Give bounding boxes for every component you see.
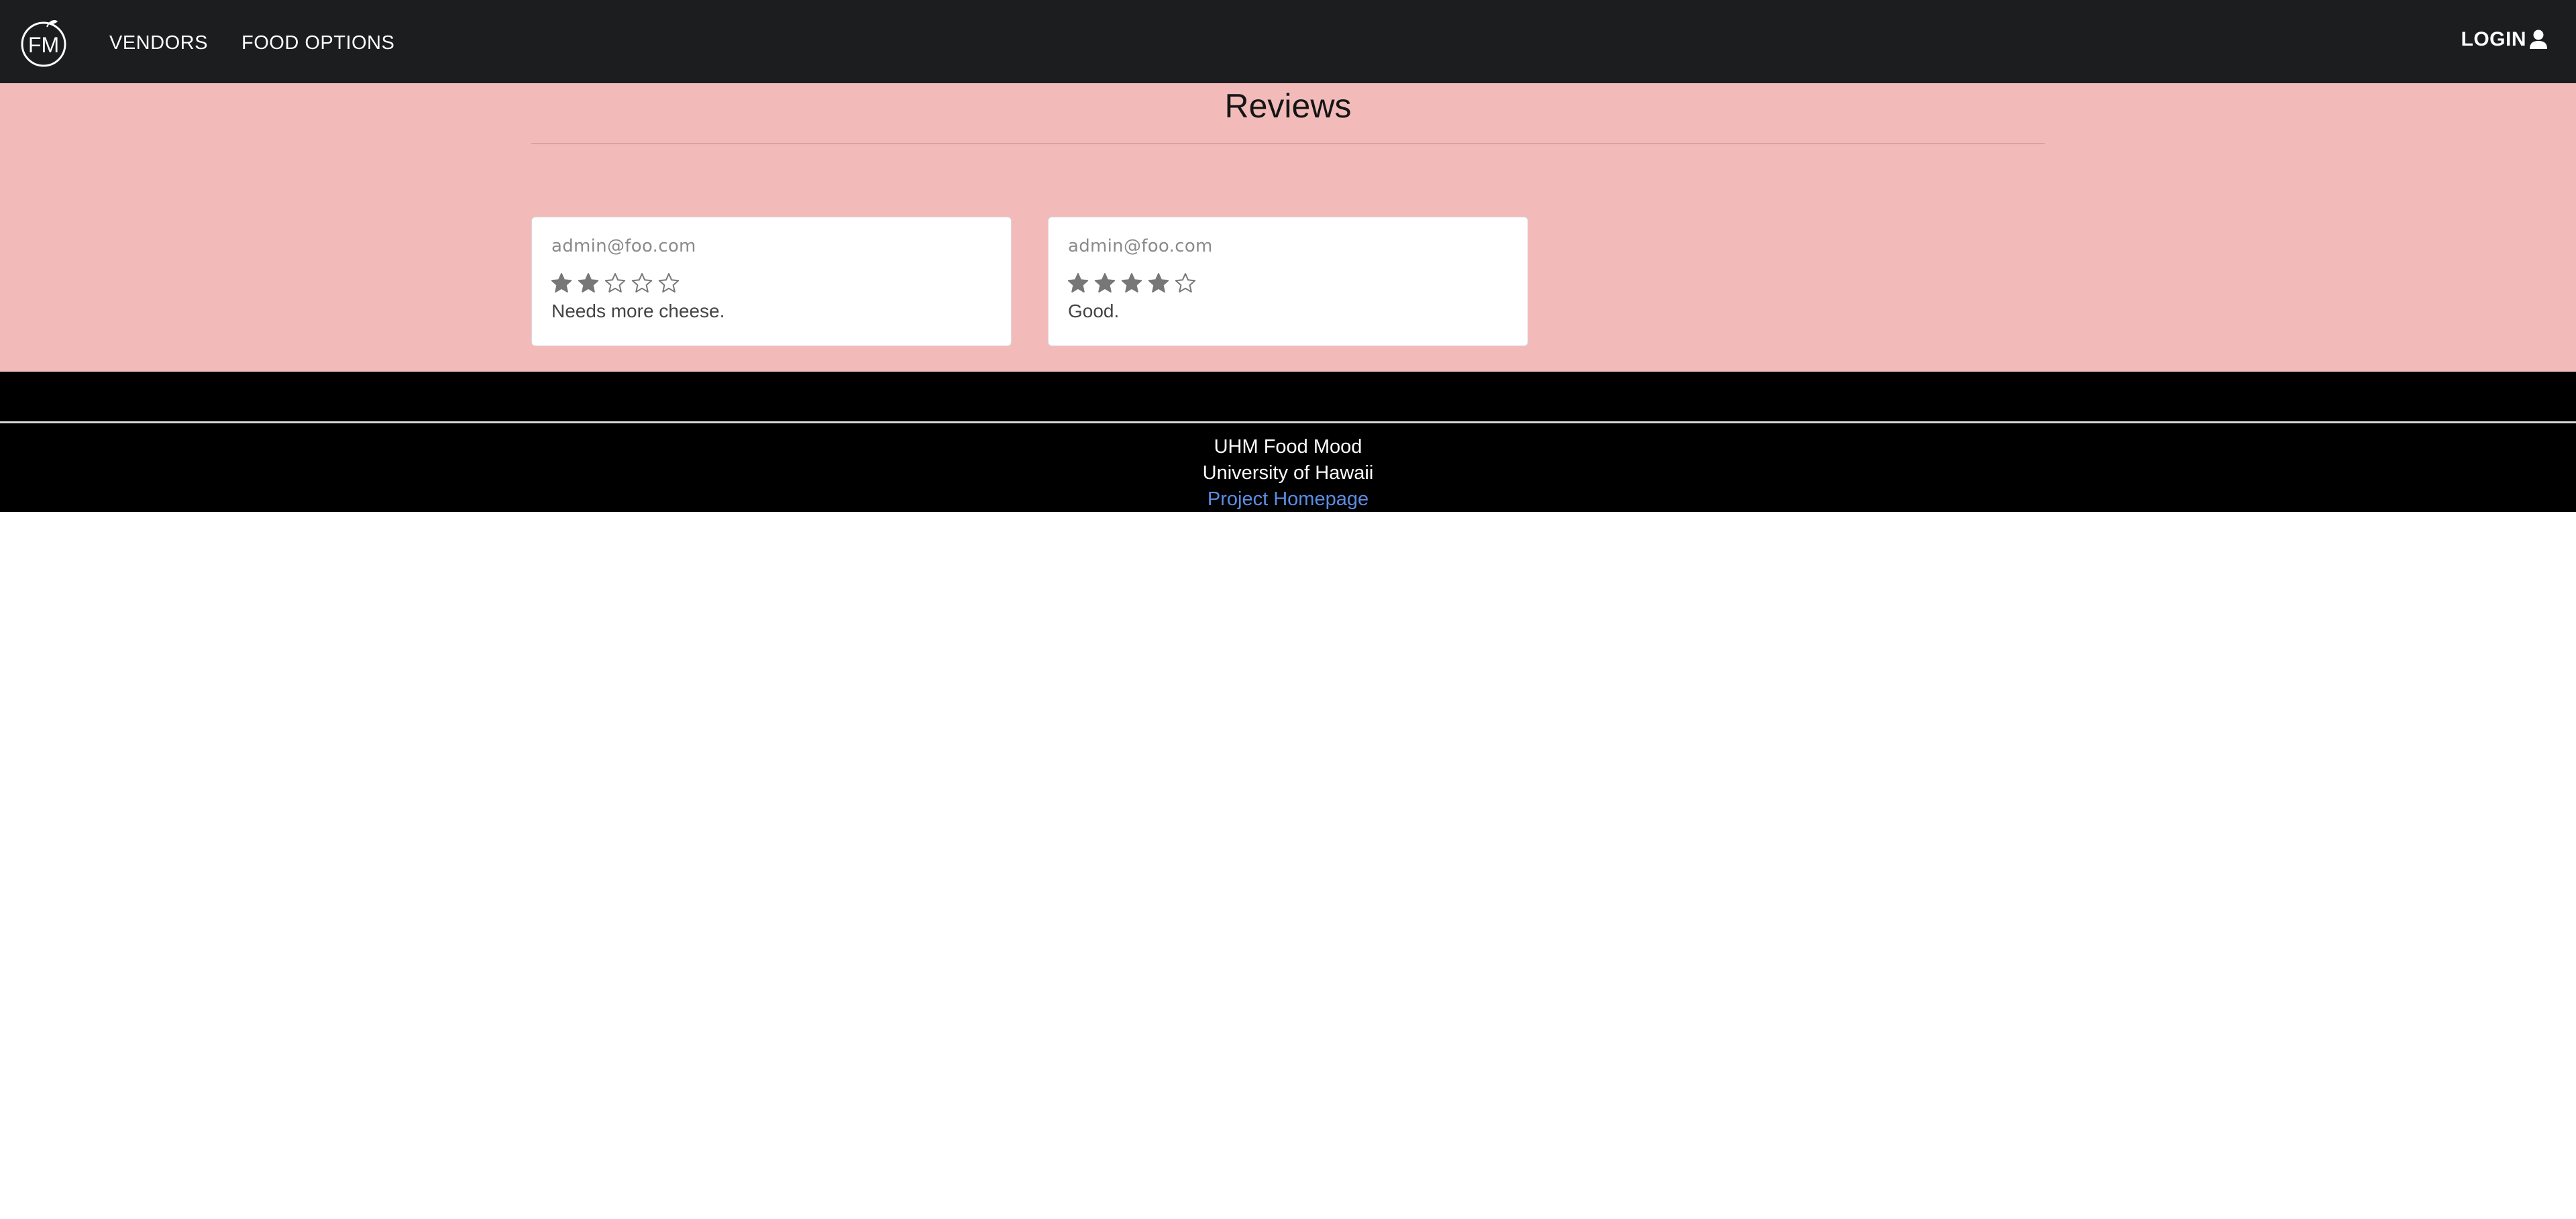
footer: UHM Food Mood University of Hawaii Proje… xyxy=(0,423,2576,512)
nav-food-options-link[interactable]: FOOD OPTIONS xyxy=(241,30,394,56)
review-card: admin@foo.com Needs more cheese. xyxy=(531,217,1012,346)
footer-app-name: UHM Food Mood xyxy=(1214,436,1362,458)
user-icon xyxy=(2530,30,2547,49)
nav-vendors-link[interactable]: VENDORS xyxy=(109,30,208,56)
review-author: admin@foo.com xyxy=(1068,236,1213,256)
review-author: admin@foo.com xyxy=(551,236,696,256)
login-button[interactable]: LOGIN xyxy=(2461,28,2548,51)
star-empty-icon xyxy=(631,273,653,293)
review-comment: Good. xyxy=(1068,301,1120,321)
title-divider xyxy=(531,143,2045,144)
logo-icon[interactable]: FM xyxy=(19,17,68,67)
page-title: Reviews xyxy=(1224,87,1352,125)
login-label: LOGIN xyxy=(2461,28,2526,50)
review-comment: Needs more cheese. xyxy=(551,301,725,321)
star-filled-icon xyxy=(578,273,599,293)
star-filled-icon xyxy=(551,273,572,293)
star-rating xyxy=(551,272,685,294)
star-filled-icon xyxy=(1121,273,1142,293)
star-filled-icon xyxy=(1148,273,1169,293)
footer-spacer xyxy=(0,372,2576,423)
star-empty-icon xyxy=(604,273,626,293)
review-card: admin@foo.com Good. xyxy=(1048,217,1528,346)
svg-text:FM: FM xyxy=(28,33,59,57)
star-filled-icon xyxy=(1094,273,1116,293)
star-empty-icon xyxy=(1175,273,1196,293)
star-filled-icon xyxy=(1067,273,1089,293)
project-homepage-link[interactable]: Project Homepage xyxy=(0,486,2576,513)
footer-university: University of Hawaii xyxy=(1202,462,1374,484)
star-empty-icon xyxy=(658,273,680,293)
navbar: FM VENDORS FOOD OPTIONS LOGIN xyxy=(0,0,2576,83)
star-rating xyxy=(1067,272,1201,294)
